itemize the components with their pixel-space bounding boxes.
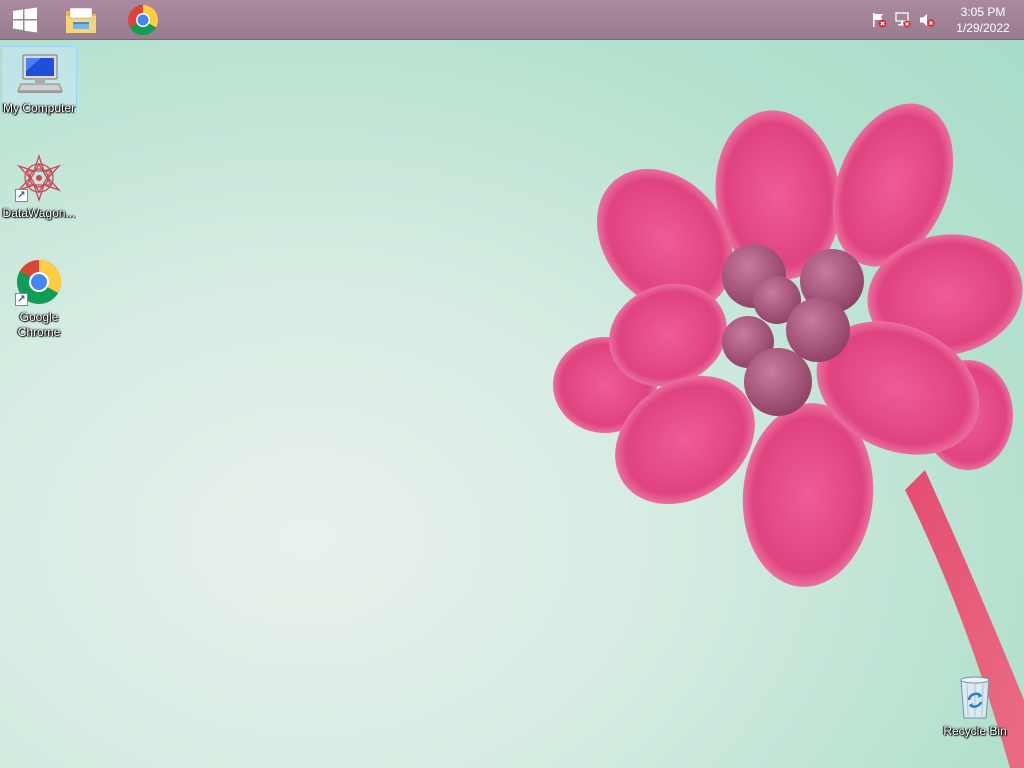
system-tray: 3:05 PM 1/29/2022 bbox=[870, 0, 1024, 40]
desktop-icon-google-chrome[interactable]: ↗ Google Chrome bbox=[1, 254, 77, 340]
taskbar: 3:05 PM 1/29/2022 bbox=[0, 0, 1024, 40]
chrome-taskbar-button[interactable] bbox=[118, 0, 168, 40]
volume-muted-icon[interactable] bbox=[918, 11, 936, 29]
wallpaper-flower bbox=[553, 103, 1024, 768]
desktop-icon-label: Google Chrome bbox=[17, 310, 61, 339]
file-explorer-taskbar-button[interactable] bbox=[56, 0, 106, 40]
recycle-bin-icon bbox=[951, 672, 999, 720]
computer-icon bbox=[15, 51, 63, 95]
network-icon[interactable] bbox=[894, 11, 912, 29]
chrome-icon: ↗ bbox=[15, 258, 63, 306]
taskbar-clock[interactable]: 3:05 PM 1/29/2022 bbox=[948, 4, 1018, 36]
desktop[interactable]: 3:05 PM 1/29/2022 My Computer ↗ DataWago… bbox=[0, 0, 1024, 768]
action-center-flag-icon[interactable] bbox=[870, 11, 888, 29]
clock-time: 3:05 PM bbox=[960, 5, 1006, 19]
desktop-icon-recycle-bin[interactable]: Recycle Bin bbox=[937, 668, 1013, 739]
desktop-icon-my-computer[interactable]: My Computer bbox=[1, 46, 77, 115]
desktop-icon-label: Recycle Bin bbox=[943, 724, 1007, 738]
clock-date: 1/29/2022 bbox=[956, 21, 1010, 35]
start-button[interactable] bbox=[0, 0, 50, 40]
shortcut-arrow-icon: ↗ bbox=[15, 293, 28, 306]
folder-icon bbox=[66, 7, 96, 33]
datawagon-icon: ↗ bbox=[15, 153, 63, 203]
desktop-icon-datawagon[interactable]: ↗ DataWagon... bbox=[1, 150, 77, 221]
shortcut-arrow-icon: ↗ bbox=[15, 189, 28, 202]
chrome-icon bbox=[128, 4, 159, 36]
desktop-icon-label: My Computer bbox=[2, 101, 76, 115]
windows-logo-icon bbox=[13, 7, 37, 33]
desktop-icon-label: DataWagon... bbox=[2, 206, 76, 220]
